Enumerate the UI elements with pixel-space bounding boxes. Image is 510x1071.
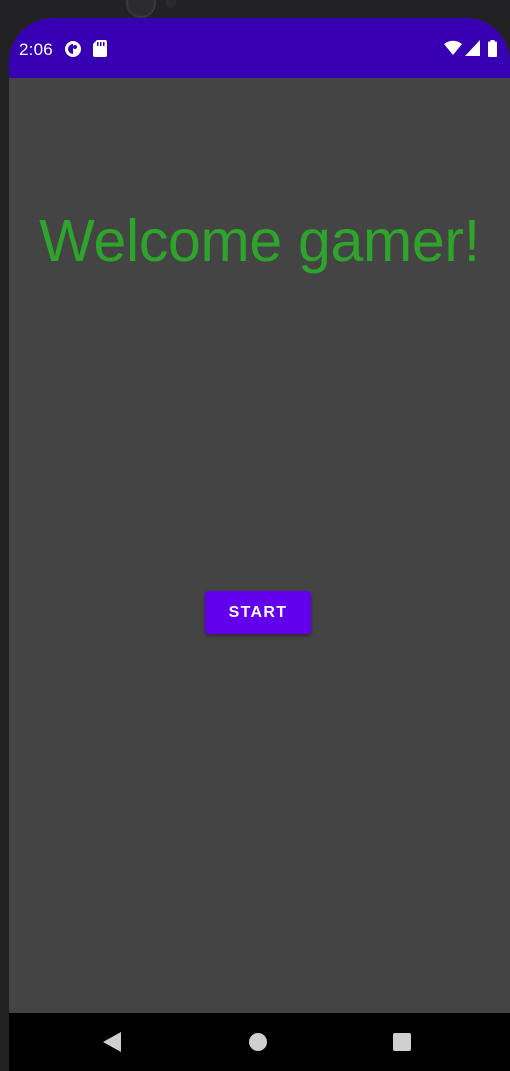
privacy-indicator-icon — [64, 40, 82, 58]
sensor — [166, 0, 176, 8]
main-content: Welcome gamer! START — [9, 78, 510, 1013]
welcome-title: Welcome gamer! — [39, 208, 480, 274]
home-icon[interactable] — [243, 1027, 273, 1057]
start-button[interactable]: START — [205, 591, 311, 634]
navigation-bar — [9, 1013, 510, 1071]
phone-frame: 2:06 Welcome gamer! START — [0, 0, 510, 1071]
back-icon[interactable] — [97, 1027, 127, 1057]
status-bar: 2:06 — [9, 18, 510, 78]
recents-icon[interactable] — [387, 1027, 417, 1057]
cell-signal-icon — [465, 40, 480, 58]
phone-screen: 2:06 Welcome gamer! START — [9, 18, 510, 1071]
wifi-icon — [444, 40, 462, 58]
battery-icon — [488, 40, 497, 58]
sd-card-icon — [93, 40, 107, 58]
status-time: 2:06 — [19, 40, 53, 59]
front-camera — [126, 0, 156, 18]
